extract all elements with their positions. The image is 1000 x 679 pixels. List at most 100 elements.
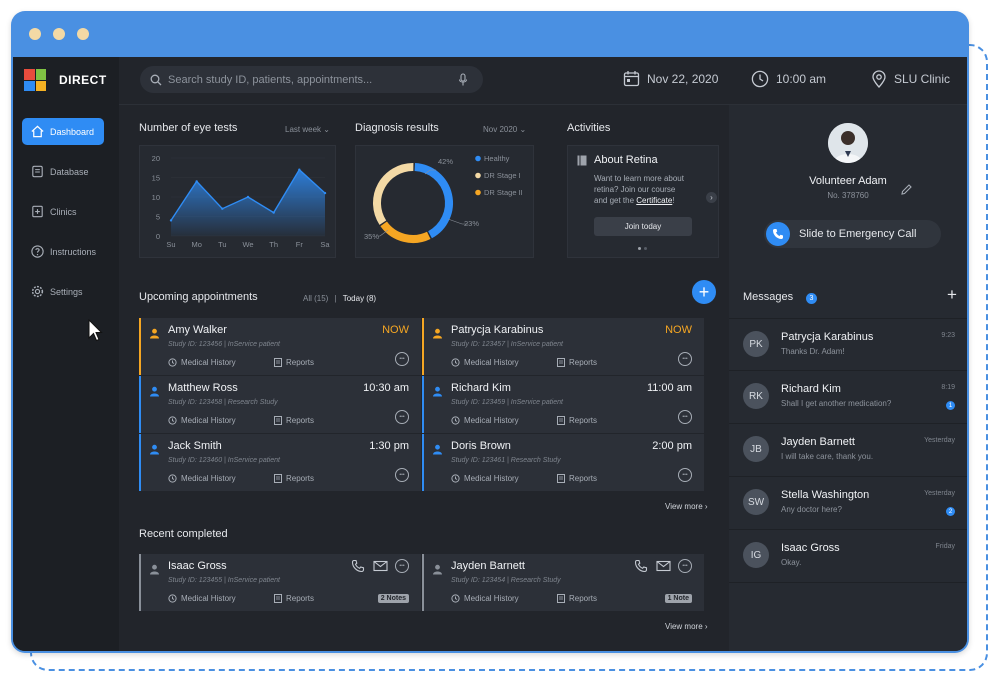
more-options-icon[interactable]: ••• [678, 352, 692, 366]
more-options-icon[interactable]: ••• [395, 410, 409, 424]
reports-link[interactable]: Reports [274, 358, 314, 367]
more-options-icon[interactable]: ••• [395, 352, 409, 366]
header-date[interactable]: Nov 22, 2020 [623, 70, 718, 87]
filter-today[interactable]: Today (8) [343, 294, 376, 303]
reports-link[interactable]: Reports [274, 594, 314, 603]
reports-link[interactable]: Reports [274, 474, 314, 483]
header-location[interactable]: SLU Clinic [871, 70, 950, 88]
window-dot-minimize[interactable] [53, 28, 65, 40]
medical-history-link[interactable]: Medical History [168, 474, 236, 483]
more-options-icon[interactable]: ••• [395, 468, 409, 482]
reports-link[interactable]: Reports [274, 416, 314, 425]
carousel-dot-active[interactable] [638, 247, 641, 250]
appointment-card[interactable]: Amy Walker NOW Study ID: 123456 | InServic… [139, 318, 421, 376]
microphone-icon[interactable] [458, 72, 468, 87]
notes-badge[interactable]: 1 Note [664, 594, 692, 603]
sidebar-item-database[interactable]: Database [22, 158, 104, 185]
search-bar[interactable] [140, 66, 483, 93]
data-point[interactable] [272, 211, 275, 214]
more-options-icon[interactable]: ••• [678, 559, 692, 573]
message-item[interactable]: RK Richard Kim Shall I get another medicat… [729, 371, 967, 424]
reports-link[interactable]: Reports [557, 416, 597, 425]
message-item[interactable]: JB Jayden Barnett I will take care, thank … [729, 424, 967, 477]
medical-history-link[interactable]: Medical History [451, 594, 519, 603]
donut-slice[interactable] [414, 163, 453, 239]
appointment-card[interactable]: Matthew Ross 10:30 am Study ID: 123458 | R… [139, 376, 421, 434]
sidebar-item-settings[interactable]: Settings [22, 278, 104, 305]
patient-name[interactable]: Doris Brown [451, 440, 511, 452]
data-point[interactable] [298, 168, 301, 171]
message-item[interactable]: SW Stella Washington Any doctor here? Yeste… [729, 477, 967, 530]
diagnosis-filter[interactable]: Nov 2020 ⌄ [483, 125, 526, 134]
message-item[interactable]: IG Isaac Gross Okay. Friday [729, 530, 967, 583]
join-today-button[interactable]: Join today [594, 217, 692, 236]
new-message-button[interactable]: + [947, 285, 957, 305]
patient-name[interactable]: Matthew Ross [168, 382, 238, 394]
call-icon[interactable] [634, 559, 648, 573]
sidebar-item-dashboard[interactable]: Dashboard [22, 118, 104, 145]
appointment-card[interactable]: Patrycja Karabinus NOW Study ID: 123457 | … [422, 318, 704, 376]
avatar[interactable]: SW [743, 489, 769, 515]
reports-link[interactable]: Reports [557, 474, 597, 483]
avatar[interactable]: PK [743, 331, 769, 357]
mail-icon[interactable] [373, 559, 389, 573]
reports-link[interactable]: Reports [557, 594, 597, 603]
patient-name[interactable]: Isaac Gross [168, 560, 227, 572]
appointment-card[interactable]: Jack Smith 1:30 pm Study ID: 123460 | InSe… [139, 434, 421, 492]
avatar[interactable]: IG [743, 542, 769, 568]
email-button[interactable] [656, 559, 672, 578]
mail-icon[interactable] [656, 559, 672, 573]
sidebar-item-clinics[interactable]: Clinics [22, 198, 104, 225]
recent-view-more-link[interactable]: View more › [665, 622, 708, 631]
search-input[interactable] [168, 73, 458, 86]
chevron-right-icon[interactable]: › [706, 192, 717, 203]
data-point[interactable] [169, 219, 173, 222]
avatar[interactable]: RK [743, 383, 769, 409]
patient-name[interactable]: Patrycja Karabinus [451, 324, 543, 336]
window-dot-close[interactable] [29, 28, 41, 40]
completed-card[interactable]: Jayden Barnett ••• Study ID: 123454 | Rese… [422, 554, 704, 612]
medical-history-link[interactable]: Medical History [168, 594, 236, 603]
emergency-call-slider[interactable]: Slide to Emergency Call [764, 220, 941, 248]
emergency-slider-handle[interactable] [766, 222, 790, 246]
data-point[interactable] [221, 207, 224, 210]
filter-all[interactable]: All (15) [303, 294, 328, 303]
reports-link[interactable]: Reports [557, 358, 597, 367]
patient-name[interactable]: Amy Walker [168, 324, 227, 336]
email-button[interactable] [373, 559, 389, 578]
donut-slice[interactable] [380, 221, 431, 243]
eye-tests-filter[interactable]: Last week ⌄ [285, 125, 330, 134]
donut-slice[interactable] [373, 163, 414, 225]
medical-history-link[interactable]: Medical History [451, 358, 519, 367]
call-button[interactable] [351, 559, 365, 578]
more-options-icon[interactable]: ••• [678, 468, 692, 482]
appointment-card[interactable]: Doris Brown 2:00 pm Study ID: 123461 | Res… [422, 434, 704, 492]
medical-history-link[interactable]: Medical History [168, 416, 236, 425]
more-options-icon[interactable]: ••• [395, 559, 409, 573]
medical-history-link[interactable]: Medical History [451, 474, 519, 483]
data-point[interactable] [323, 191, 327, 195]
header-time[interactable]: 10:00 am [751, 70, 826, 88]
patient-name[interactable]: Richard Kim [451, 382, 511, 394]
avatar[interactable] [828, 123, 868, 163]
appointment-card[interactable]: Richard Kim 11:00 am Study ID: 123459 | In… [422, 376, 704, 434]
message-item[interactable]: PK Patrycja Karabinus Thanks Dr. Adam! 9:23 [729, 318, 967, 371]
upcoming-view-more-link[interactable]: View more › [665, 502, 708, 511]
sidebar-item-instructions[interactable]: Instructions [22, 238, 104, 265]
data-point[interactable] [246, 195, 250, 199]
data-point[interactable] [195, 180, 198, 183]
call-icon[interactable] [351, 559, 365, 573]
window-dot-maximize[interactable] [77, 28, 89, 40]
completed-card[interactable]: Isaac Gross ••• Study ID: 123455 | InServi… [139, 554, 421, 612]
edit-pencil-icon[interactable] [900, 183, 913, 196]
notes-badge[interactable]: 2 Notes [377, 594, 409, 603]
medical-history-link[interactable]: Medical History [451, 416, 519, 425]
patient-name[interactable]: Jack Smith [168, 440, 222, 452]
certificate-link[interactable]: Certificate [636, 196, 672, 205]
avatar[interactable]: JB [743, 436, 769, 462]
carousel-dot[interactable] [644, 247, 647, 250]
patient-name[interactable]: Jayden Barnett [451, 560, 525, 572]
add-appointment-button[interactable]: + [692, 280, 716, 304]
call-button[interactable] [634, 559, 648, 578]
medical-history-link[interactable]: Medical History [168, 358, 236, 367]
